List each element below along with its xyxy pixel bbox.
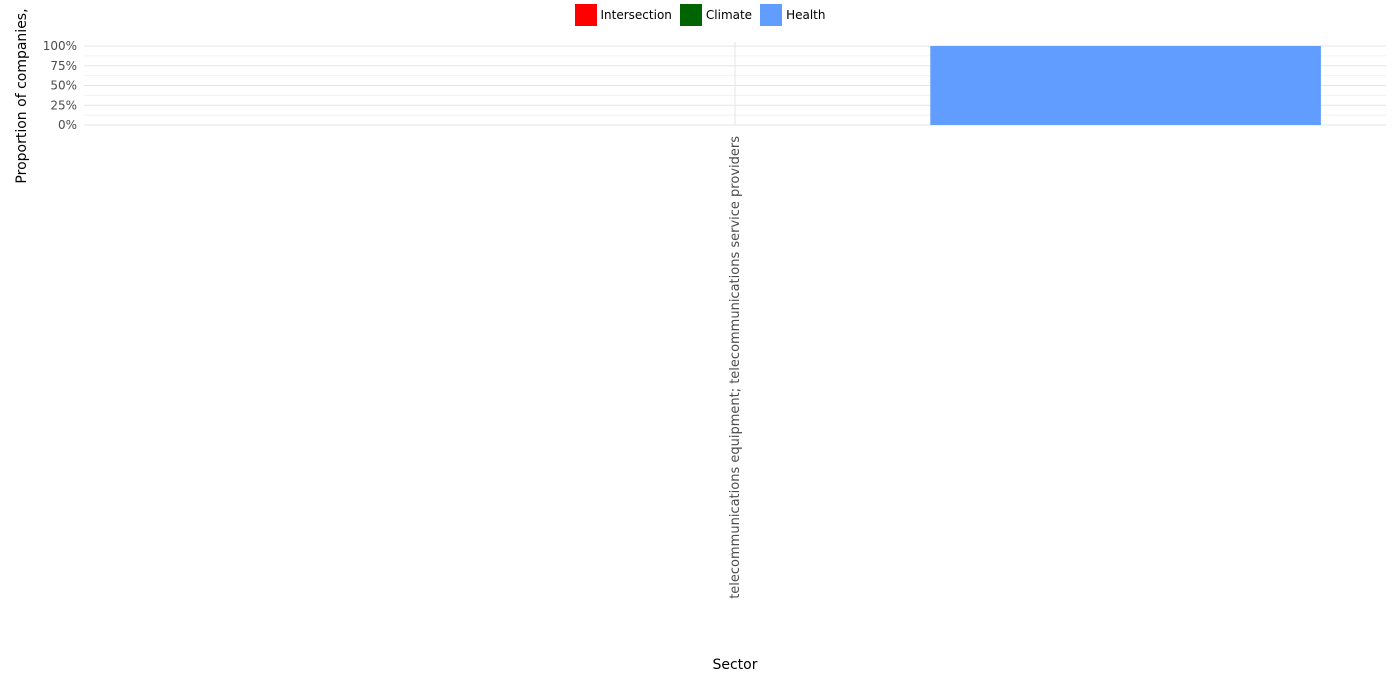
x-axis-ticks: telecommunications equipment; telecommun… xyxy=(728,136,743,599)
y-tick-label: 75% xyxy=(50,59,77,73)
y-axis-title: Proportion of companies, xyxy=(14,8,30,183)
x-axis-title: Sector xyxy=(712,657,757,673)
y-tick-label: 0% xyxy=(58,118,77,132)
bars xyxy=(930,46,1321,125)
bar-health xyxy=(930,46,1321,125)
chart-canvas: 0% 25% 50% 75% 100% telecommunications equip… xyxy=(14,8,1386,673)
y-tick-label: 50% xyxy=(50,79,77,93)
y-tick-label: 100% xyxy=(43,39,77,53)
y-axis-ticks: 0% 25% 50% 75% 100% xyxy=(43,39,77,132)
x-tick-label: telecommunications equipment; telecommun… xyxy=(728,136,743,599)
y-tick-label: 25% xyxy=(50,98,77,112)
